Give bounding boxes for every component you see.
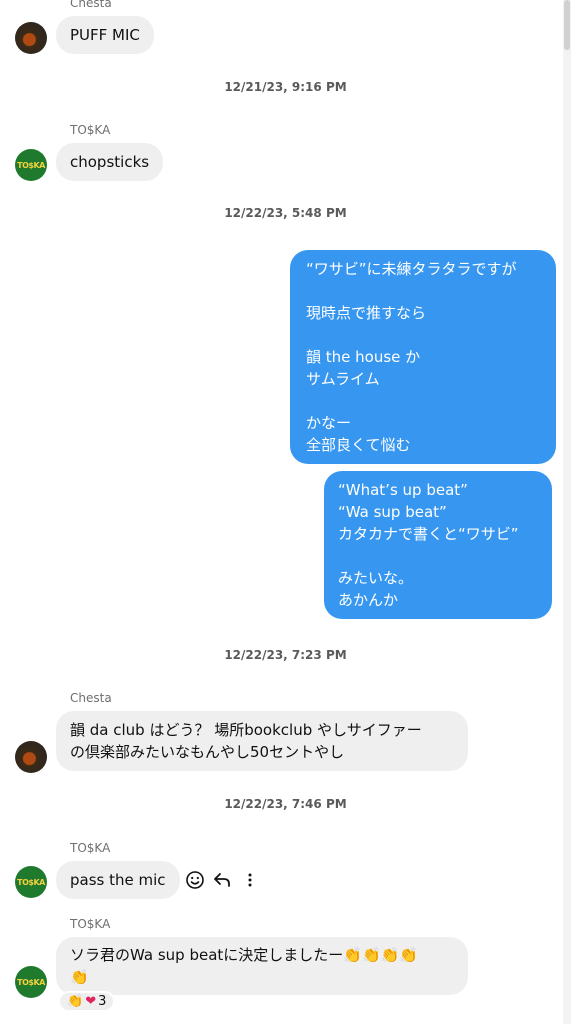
- message-line: 韻 da club はどう？ 場所bookclub やしサイファー: [70, 721, 422, 739]
- avatar-chesta[interactable]: [15, 22, 47, 54]
- message-line: 韻 the house か: [306, 348, 421, 366]
- message-line: かなー: [306, 414, 352, 432]
- avatar-toska[interactable]: TO$KA: [15, 149, 47, 181]
- sender-name: Chesta: [70, 0, 112, 10]
- heart-emoji-icon: ❤: [85, 994, 97, 1009]
- message-bubble-incoming[interactable]: PUFF MIC: [56, 16, 154, 54]
- avatar-chesta[interactable]: [15, 741, 47, 773]
- message-line: [306, 280, 540, 302]
- smiley-icon[interactable]: [184, 869, 206, 891]
- scrollbar-thumb[interactable]: [564, 0, 570, 50]
- more-icon[interactable]: [239, 869, 261, 891]
- message-line: カタカナで書くと“ワサビ”: [338, 525, 519, 543]
- message-line: [306, 390, 540, 412]
- sender-name: TO$KA: [70, 841, 111, 855]
- timestamp: 12/21/23, 9:16 PM: [224, 80, 347, 94]
- sender-name: Chesta: [70, 691, 112, 705]
- message-bubble-outgoing[interactable]: “ワサビ”に未練タラタラですが 現時点で推すなら 韻 the house か サ…: [290, 250, 556, 464]
- message-bubble-incoming[interactable]: pass the mic: [56, 861, 180, 899]
- avatar-toska[interactable]: TO$KA: [15, 966, 47, 998]
- sender-name: TO$KA: [70, 917, 111, 931]
- timestamp: 12/22/23, 5:48 PM: [224, 206, 347, 220]
- reply-icon[interactable]: [211, 869, 233, 891]
- message-line: [306, 324, 540, 346]
- clap-emoji-icon: 👏: [67, 994, 84, 1009]
- message-line: [338, 545, 538, 567]
- message-line: 👏: [70, 968, 89, 986]
- message-line: “What’s up beat”: [338, 481, 468, 499]
- timestamp: 12/22/23, 7:23 PM: [224, 648, 347, 662]
- reactions-badge[interactable]: 👏 ❤ 3: [58, 991, 116, 1012]
- message-line: 現時点で推すなら: [306, 304, 427, 322]
- reaction-count: 3: [98, 994, 107, 1009]
- message-line: ソラ君のWa sup beatに決定しましたー👏👏👏👏: [70, 946, 418, 964]
- scrollbar[interactable]: [563, 0, 571, 1024]
- avatar-label: TO$KA: [17, 160, 45, 170]
- message-bubble-incoming[interactable]: ソラ君のWa sup beatに決定しましたー👏👏👏👏 👏: [56, 937, 468, 995]
- message-line: 全部良くて悩む: [306, 436, 411, 454]
- message-line: あかんか: [338, 591, 399, 609]
- avatar-toska[interactable]: TO$KA: [15, 866, 47, 898]
- sender-name: TO$KA: [70, 123, 111, 137]
- avatar-label: TO$KA: [17, 877, 45, 887]
- message-bubble-outgoing[interactable]: “What’s up beat” “Wa sup beat” カタカナで書くと“…: [324, 471, 552, 619]
- timestamp: 12/22/23, 7:46 PM: [224, 797, 347, 811]
- message-line: “ワサビ”に未練タラタラですが: [306, 260, 517, 278]
- message-line: “Wa sup beat”: [338, 503, 447, 521]
- message-line: サムライム: [306, 370, 380, 388]
- message-bubble-incoming[interactable]: chopsticks: [56, 143, 164, 181]
- message-bubble-incoming[interactable]: 韻 da club はどう？ 場所bookclub やしサイファー の倶楽部みた…: [56, 711, 468, 771]
- message-line: の倶楽部みたいなもんやし50セントやし: [70, 743, 345, 761]
- message-line: みたいな。: [338, 569, 414, 587]
- avatar-label: TO$KA: [17, 977, 45, 987]
